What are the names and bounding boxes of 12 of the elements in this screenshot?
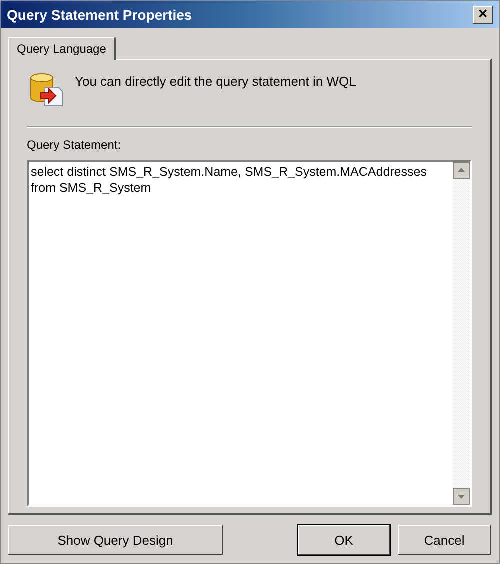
scroll-up-icon[interactable]: [453, 162, 470, 179]
tab[interactable]: Query Language: [8, 37, 116, 60]
field-label: Query Statement:: [27, 138, 122, 152]
scroll-down-icon[interactable]: [453, 488, 470, 505]
info-text: You can directly edit the query statement in WQL: [75, 74, 356, 89]
close-button[interactable]: ×: [473, 6, 493, 24]
dialog-button[interactable]: Cancel: [398, 525, 491, 555]
dialog-button[interactable]: OK: [298, 525, 390, 555]
dialog-button[interactable]: Show Query Design: [8, 525, 223, 555]
window-title: Query Statement Properties: [7, 6, 192, 22]
query-field[interactable]: select distinct SMS_R_System.Name, SMS_R_System.MACAddresses from SMS_R_System: [27, 160, 472, 507]
database-export-icon: [29, 72, 63, 108]
